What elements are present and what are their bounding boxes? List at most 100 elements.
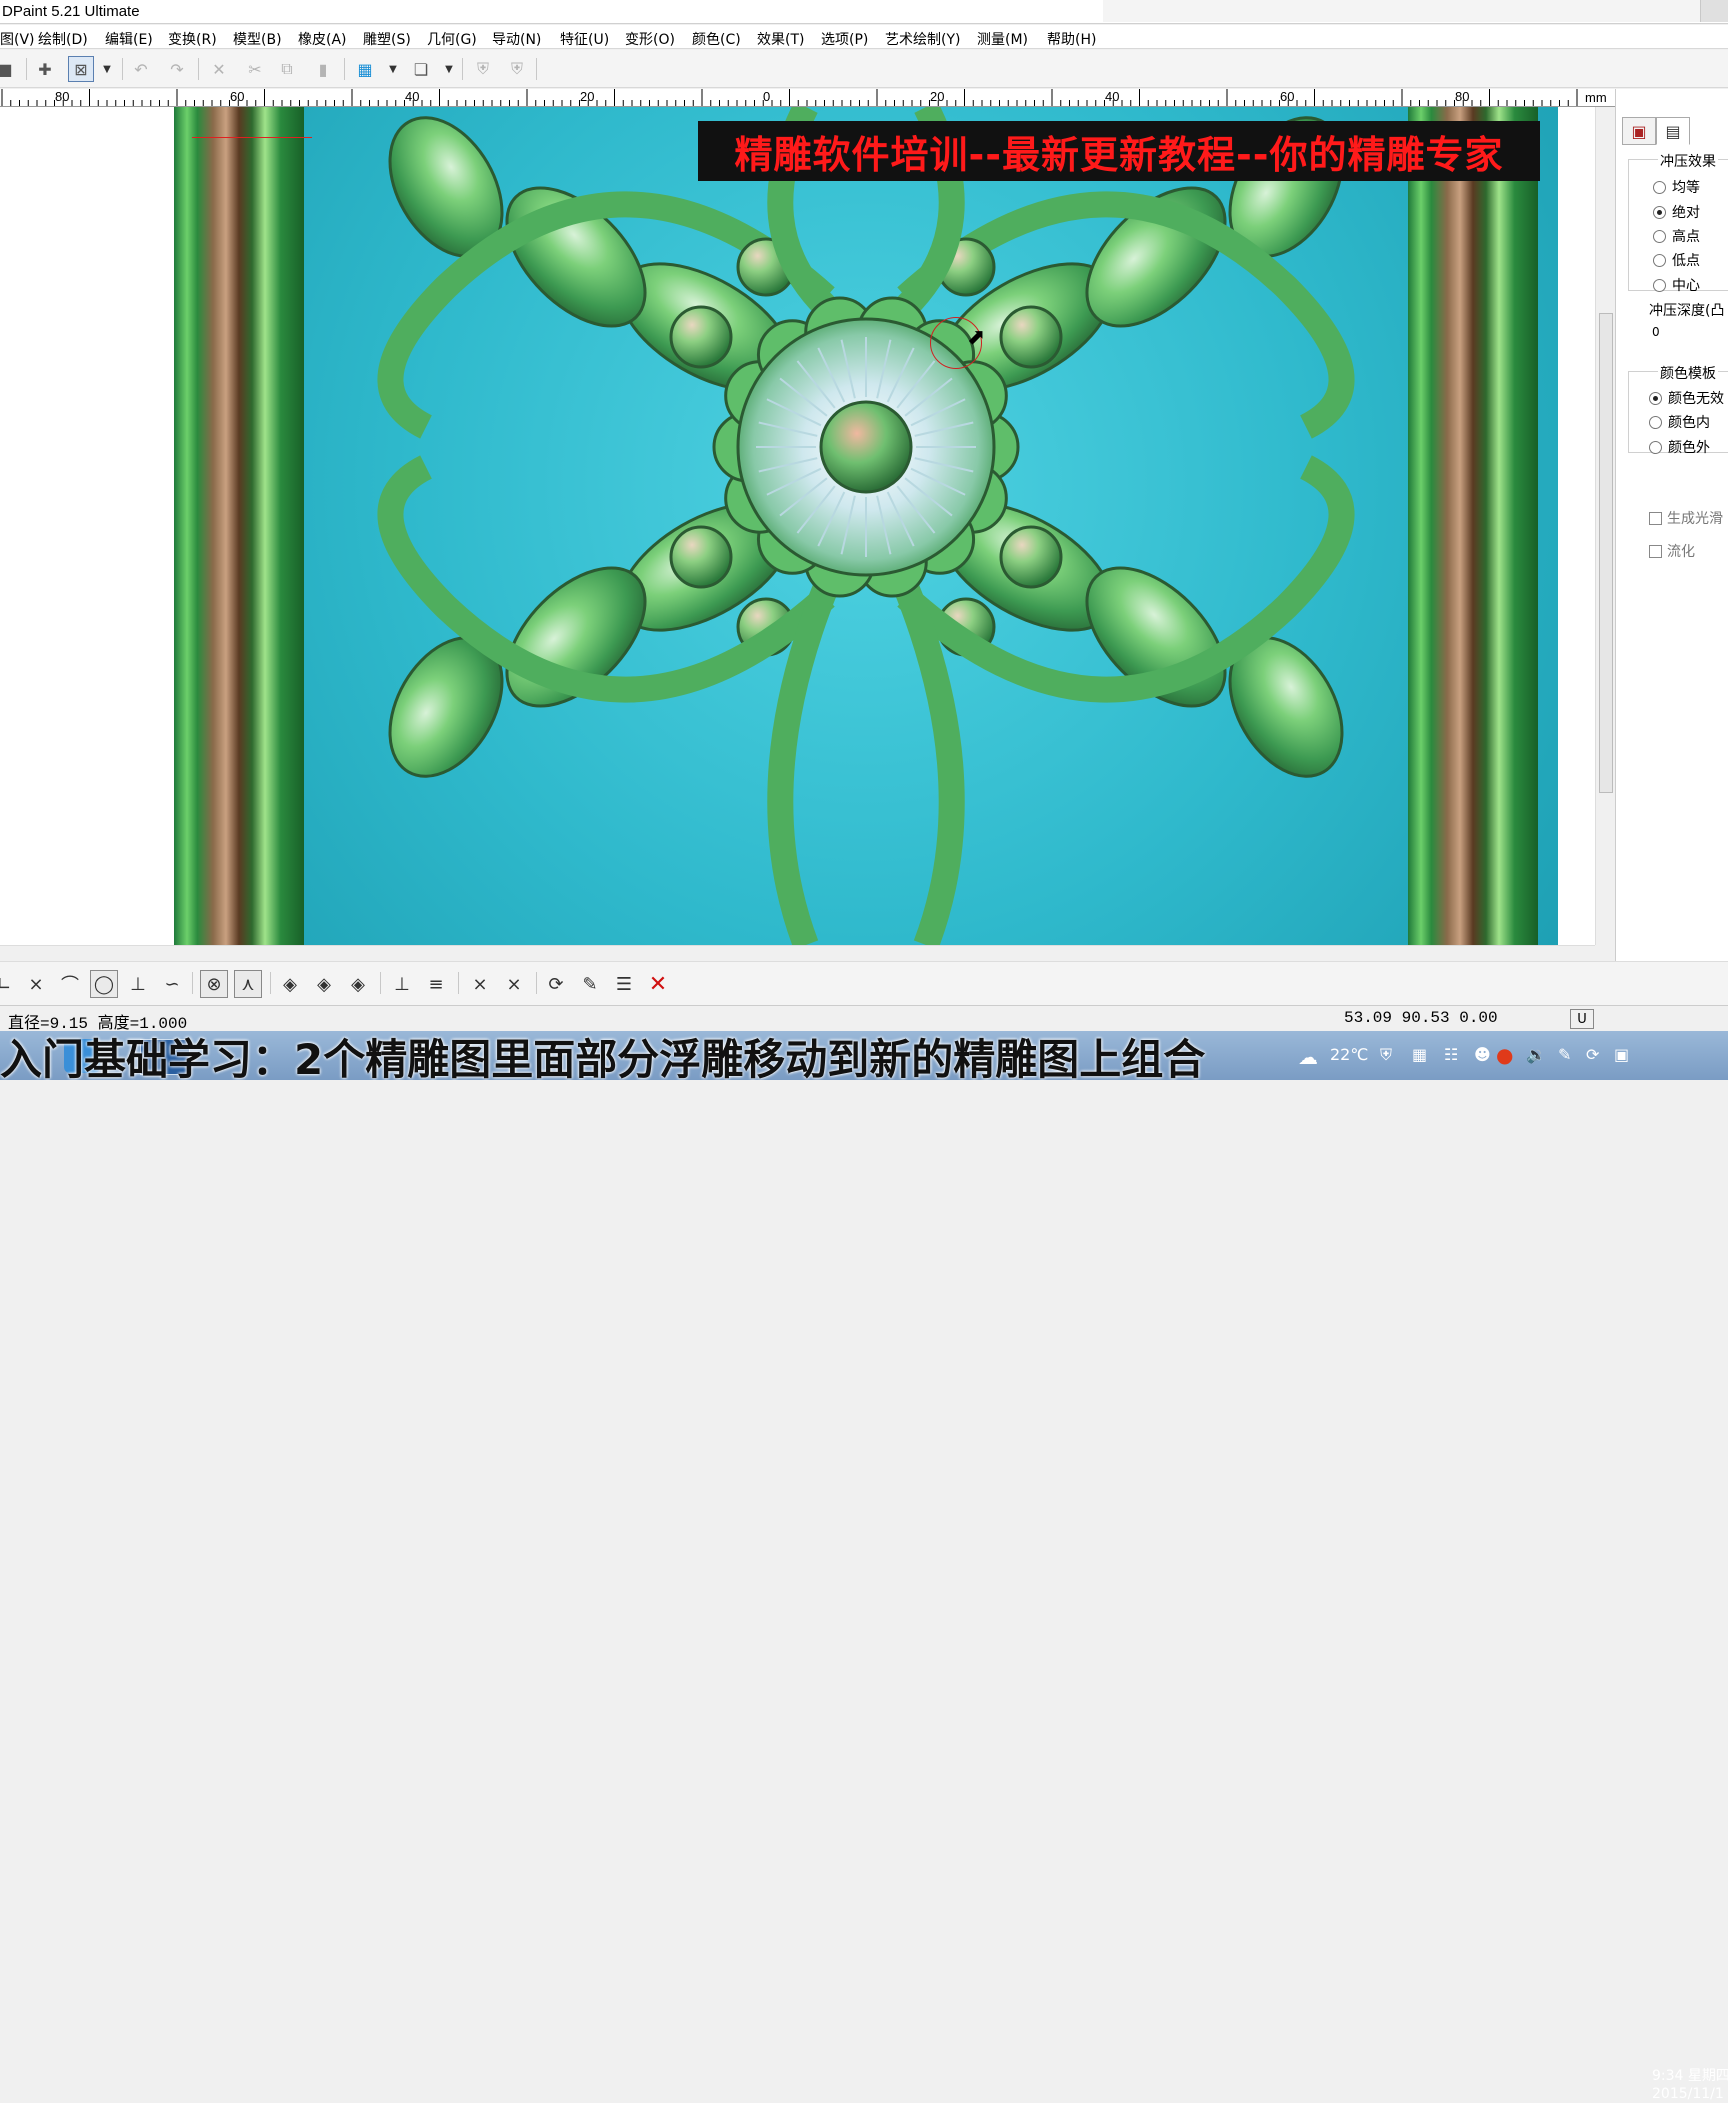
menu-item[interactable]: 图(V): [0, 29, 35, 49]
menu-item[interactable]: 雕塑(S): [363, 29, 411, 49]
edit-curve-icon[interactable]: ✎: [576, 970, 604, 998]
circle-icon[interactable]: ◯: [90, 970, 118, 998]
tangent-icon[interactable]: ∽: [158, 970, 186, 998]
menu-item[interactable]: 模型(B): [233, 29, 282, 49]
align-icon[interactable]: ⊥: [388, 970, 416, 998]
window-control-strip[interactable]: [1700, 0, 1728, 22]
radio-even[interactable]: [1653, 181, 1666, 194]
menu-item[interactable]: 测量(M): [977, 29, 1028, 49]
arc-icon[interactable]: ⌒: [56, 970, 84, 998]
relief-image[interactable]: 精雕软件培训--最新更新教程--你的精雕专家 ⬈: [174, 107, 1558, 945]
ruler-label: 40: [1105, 89, 1120, 104]
menu-item[interactable]: 颜色(C): [692, 29, 741, 49]
corner-icon[interactable]: ⋏: [234, 970, 262, 998]
smooth-checkbox[interactable]: [1649, 512, 1662, 525]
vertical-scrollbar[interactable]: [1595, 107, 1615, 945]
menu-item[interactable]: 特征(U): [560, 29, 609, 49]
app-tray-icon[interactable]: ▦: [1412, 1045, 1427, 1064]
weather-icon: ☁: [1298, 1045, 1318, 1069]
horizontal-ruler: 80 60 40 20 0 20 40 60 80 mm: [0, 89, 1615, 107]
toolbar-separator: [26, 58, 27, 80]
shield-right-icon[interactable]: ⛨: [504, 56, 530, 82]
pen-tray-icon[interactable]: ✎: [1558, 1045, 1571, 1064]
distribute-icon[interactable]: ≡: [422, 970, 450, 998]
diamond-minus-icon[interactable]: ◈: [344, 970, 372, 998]
menu-item[interactable]: 导动(N): [492, 29, 541, 49]
checkbox-label: 生成光滑: [1667, 511, 1723, 527]
menu-item[interactable]: 效果(T): [757, 29, 804, 49]
drawing-canvas[interactable]: 精雕软件培训--最新更新教程--你的精雕专家 ⬈: [0, 107, 1595, 945]
radio-label: 绝对: [1672, 205, 1700, 221]
close-icon[interactable]: ✕: [644, 970, 672, 998]
diamond-node-icon[interactable]: ◈: [276, 970, 304, 998]
scrollbar-thumb[interactable]: [1599, 313, 1613, 793]
system-clock[interactable]: 9:34 星期四 2015/11/1: [1652, 2067, 1728, 2103]
transform-icon[interactable]: ⟳: [542, 970, 570, 998]
radio-color-none[interactable]: [1649, 392, 1662, 405]
save-icon[interactable]: ■: [0, 56, 18, 82]
node-icon[interactable]: ⊗: [200, 970, 228, 998]
paste-icon[interactable]: ▮: [310, 56, 336, 82]
menu-item[interactable]: 选项(P): [821, 29, 868, 49]
radio-low[interactable]: [1653, 254, 1666, 267]
menu-bar: 图(V) 绘制(D) 编辑(E) 变换(R) 模型(B) 橡皮(A) 雕塑(S) 几何(G) 导…: [0, 25, 1728, 49]
copy-icon[interactable]: ⧉: [274, 56, 300, 82]
perpendicular-icon[interactable]: ⊥: [124, 970, 152, 998]
break-icon[interactable]: ⨯: [466, 970, 494, 998]
training-banner: 精雕软件培训--最新更新教程--你的精雕专家: [698, 121, 1540, 181]
toolbar-separator: [458, 972, 459, 994]
delete-icon[interactable]: ✕: [206, 56, 232, 82]
display-tray-icon[interactable]: ▣: [1614, 1045, 1629, 1064]
chevron-down-icon[interactable]: ▼: [386, 56, 400, 82]
network-tray-icon[interactable]: ☷: [1444, 1045, 1458, 1064]
curve-tool-icon[interactable]: ∟: [0, 970, 18, 998]
minimize-button[interactable]: [1103, 0, 1703, 22]
menu-item[interactable]: 变换(R): [168, 29, 217, 49]
radio-center[interactable]: [1653, 279, 1666, 292]
redo-icon[interactable]: ↷: [164, 56, 190, 82]
radio-high[interactable]: [1653, 230, 1666, 243]
toolbar-separator: [536, 972, 537, 994]
trim-icon[interactable]: ⨯: [22, 970, 50, 998]
list-icon[interactable]: ☰: [610, 970, 638, 998]
horizontal-scrollbar[interactable]: [0, 945, 1595, 961]
tab-properties-icon[interactable]: ▤: [1656, 117, 1690, 145]
ruler-label: 80: [55, 89, 70, 104]
menu-item[interactable]: 橡皮(A): [298, 29, 347, 49]
radio-label: 中心: [1672, 278, 1700, 294]
menu-item[interactable]: 变形(O): [625, 29, 675, 49]
menu-item[interactable]: 几何(G): [427, 29, 477, 49]
menu-item[interactable]: 艺术绘制(Y): [885, 29, 960, 49]
streamline-checkbox[interactable]: [1649, 545, 1662, 558]
toolbar-separator: [270, 972, 271, 994]
tab-tools-icon[interactable]: ▣: [1622, 117, 1656, 145]
chevron-down-icon[interactable]: ▼: [442, 56, 456, 82]
depth-value[interactable]: 0: [1652, 325, 1660, 339]
layer-color-icon[interactable]: ▦: [352, 56, 378, 82]
menu-item[interactable]: 编辑(E): [105, 29, 153, 49]
cut-icon[interactable]: ✂: [242, 56, 268, 82]
undo-icon[interactable]: ↶: [128, 56, 154, 82]
record-icon[interactable]: ●: [1496, 1043, 1513, 1067]
shield-left-icon[interactable]: ⛨: [470, 56, 496, 82]
radio-color-outside[interactable]: [1649, 441, 1662, 454]
user-tray-icon[interactable]: ☻: [1474, 1045, 1491, 1064]
radio-color-inside[interactable]: [1649, 416, 1662, 429]
shield-icon[interactable]: ⛨: [1380, 1045, 1392, 1065]
flower-center: [819, 400, 913, 494]
radio-absolute[interactable]: [1653, 206, 1666, 219]
sync-tray-icon[interactable]: ⟳: [1586, 1045, 1599, 1064]
select-box-icon[interactable]: ⊠: [68, 56, 94, 82]
ball-ornament: [999, 305, 1063, 369]
clock-time: 9:34 星期四: [1652, 2068, 1728, 2084]
chevron-down-icon[interactable]: ▼: [100, 56, 114, 82]
view-3d-icon[interactable]: ❏: [408, 56, 434, 82]
menu-item[interactable]: 帮助(H): [1047, 29, 1096, 49]
radio-label: 低点: [1672, 253, 1700, 269]
ruler-label: 0: [763, 89, 771, 104]
menu-item[interactable]: 绘制(D): [38, 29, 88, 49]
volume-icon[interactable]: 🔉: [1526, 1045, 1546, 1064]
crosshair-icon[interactable]: ✚: [32, 56, 58, 82]
diamond-plus-icon[interactable]: ◈: [310, 970, 338, 998]
delete-node-icon[interactable]: ⨯: [500, 970, 528, 998]
